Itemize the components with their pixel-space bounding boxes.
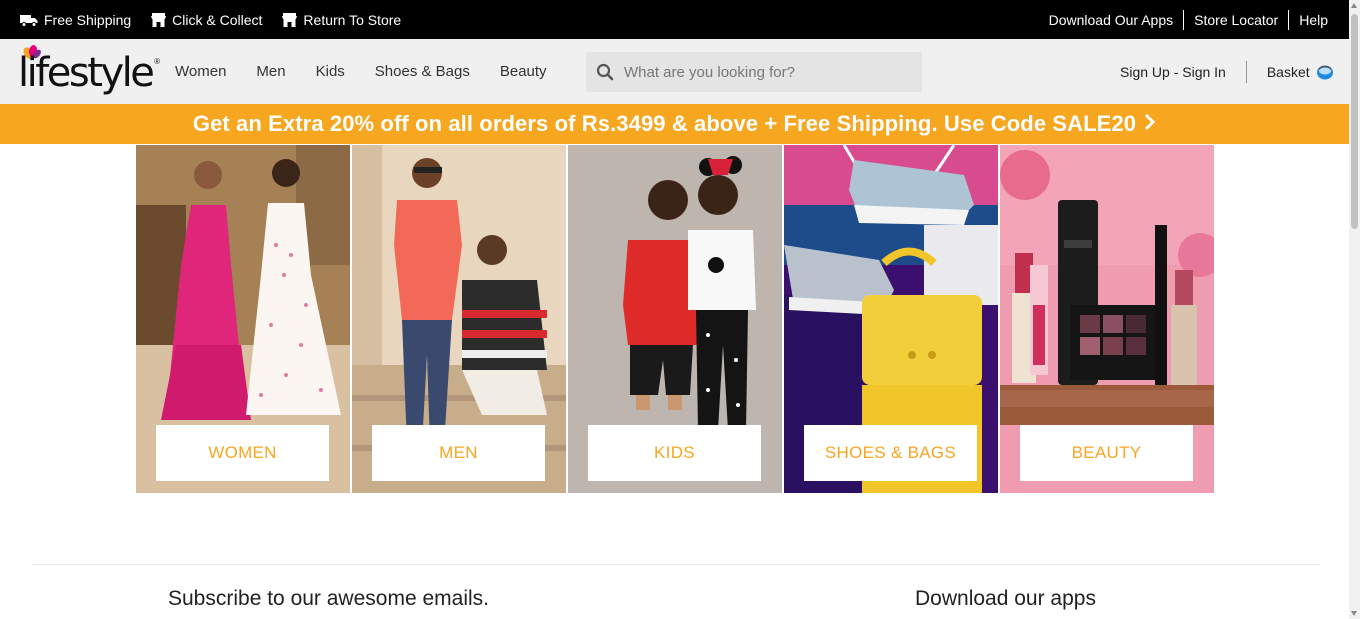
free-shipping-label: Free Shipping: [44, 11, 132, 28]
store-icon: [282, 12, 298, 27]
category-tile-shoes-bags[interactable]: SHOES & BAGS: [784, 145, 998, 493]
click-collect-label: Click & Collect: [172, 11, 263, 28]
promo-text: Get an Extra 20% off on all orders of Rs…: [192, 111, 1137, 136]
return-to-store-label: Return To Store: [303, 11, 402, 28]
basket-icon: [1316, 65, 1333, 79]
category-tile-men[interactable]: MEN: [352, 145, 566, 493]
search-icon[interactable]: [596, 63, 614, 81]
subscribe-heading: Subscribe to our awesome emails.: [168, 587, 489, 610]
nav-kids[interactable]: Kids: [316, 63, 345, 80]
return-to-store-link[interactable]: Return To Store: [282, 12, 401, 28]
category-tile-kids[interactable]: KIDS: [568, 145, 782, 493]
logo-text: lifestyle: [18, 50, 155, 96]
sign-in-link[interactable]: Sign Up - Sign In: [1120, 64, 1226, 80]
chevron-right-icon: [1144, 111, 1156, 137]
top-utility-bar: Free Shipping Click & Collect Return To …: [0, 0, 1349, 39]
scroll-down-arrow-icon[interactable]: [1351, 611, 1357, 616]
service-links: Free Shipping Click & Collect Return To …: [20, 0, 421, 39]
nav-beauty[interactable]: Beauty: [500, 63, 547, 80]
basket-button[interactable]: Basket: [1267, 64, 1334, 80]
nav-women[interactable]: Women: [175, 63, 226, 80]
category-label-beauty: BEAUTY: [1020, 425, 1193, 481]
nav-shoes-bags[interactable]: Shoes & Bags: [375, 63, 470, 80]
category-label-shoes-bags: SHOES & BAGS: [804, 425, 977, 481]
download-apps-link[interactable]: Download Our Apps: [1039, 10, 1184, 30]
truck-icon: [20, 14, 38, 27]
scrollbar-thumb[interactable]: [1351, 14, 1358, 229]
promo-banner[interactable]: Get an Extra 20% off on all orders of Rs…: [0, 104, 1349, 144]
basket-label: Basket: [1266, 63, 1310, 80]
search-input[interactable]: [624, 52, 914, 92]
site-header: lifestyle ® Women Men Kids Shoes & Bags …: [0, 39, 1349, 104]
logo-registered-mark: ®: [154, 57, 160, 66]
category-label-women: WOMEN: [156, 425, 329, 481]
main-nav: Women Men Kids Shoes & Bags Beauty: [175, 39, 577, 104]
store-icon: [151, 12, 167, 27]
nav-men[interactable]: Men: [256, 63, 285, 80]
help-link[interactable]: Help: [1288, 9, 1338, 30]
utility-links: Download Our Apps Store Locator Help: [1039, 0, 1338, 39]
category-tile-beauty[interactable]: BEAUTY: [1000, 145, 1214, 493]
free-shipping-link[interactable]: Free Shipping: [20, 12, 131, 28]
category-tiles: WOMEN MEN KIDS SHOES & BAGS BEAUTY: [136, 145, 1214, 493]
download-apps-heading: Download our apps: [915, 587, 1096, 610]
page-scrollbar[interactable]: [1349, 0, 1360, 619]
store-locator-link[interactable]: Store Locator: [1183, 9, 1288, 30]
lifestyle-logo[interactable]: lifestyle ®: [18, 44, 160, 99]
account-divider: [1245, 60, 1247, 83]
account-area: Sign Up - Sign In Basket: [1120, 39, 1334, 104]
category-label-kids: KIDS: [588, 425, 761, 481]
category-label-men: MEN: [372, 425, 545, 481]
search-bar: [586, 52, 922, 92]
click-collect-link[interactable]: Click & Collect: [151, 12, 262, 28]
category-tile-women[interactable]: WOMEN: [136, 145, 350, 493]
section-divider: [32, 564, 1320, 565]
scroll-up-arrow-icon[interactable]: [1351, 3, 1357, 8]
